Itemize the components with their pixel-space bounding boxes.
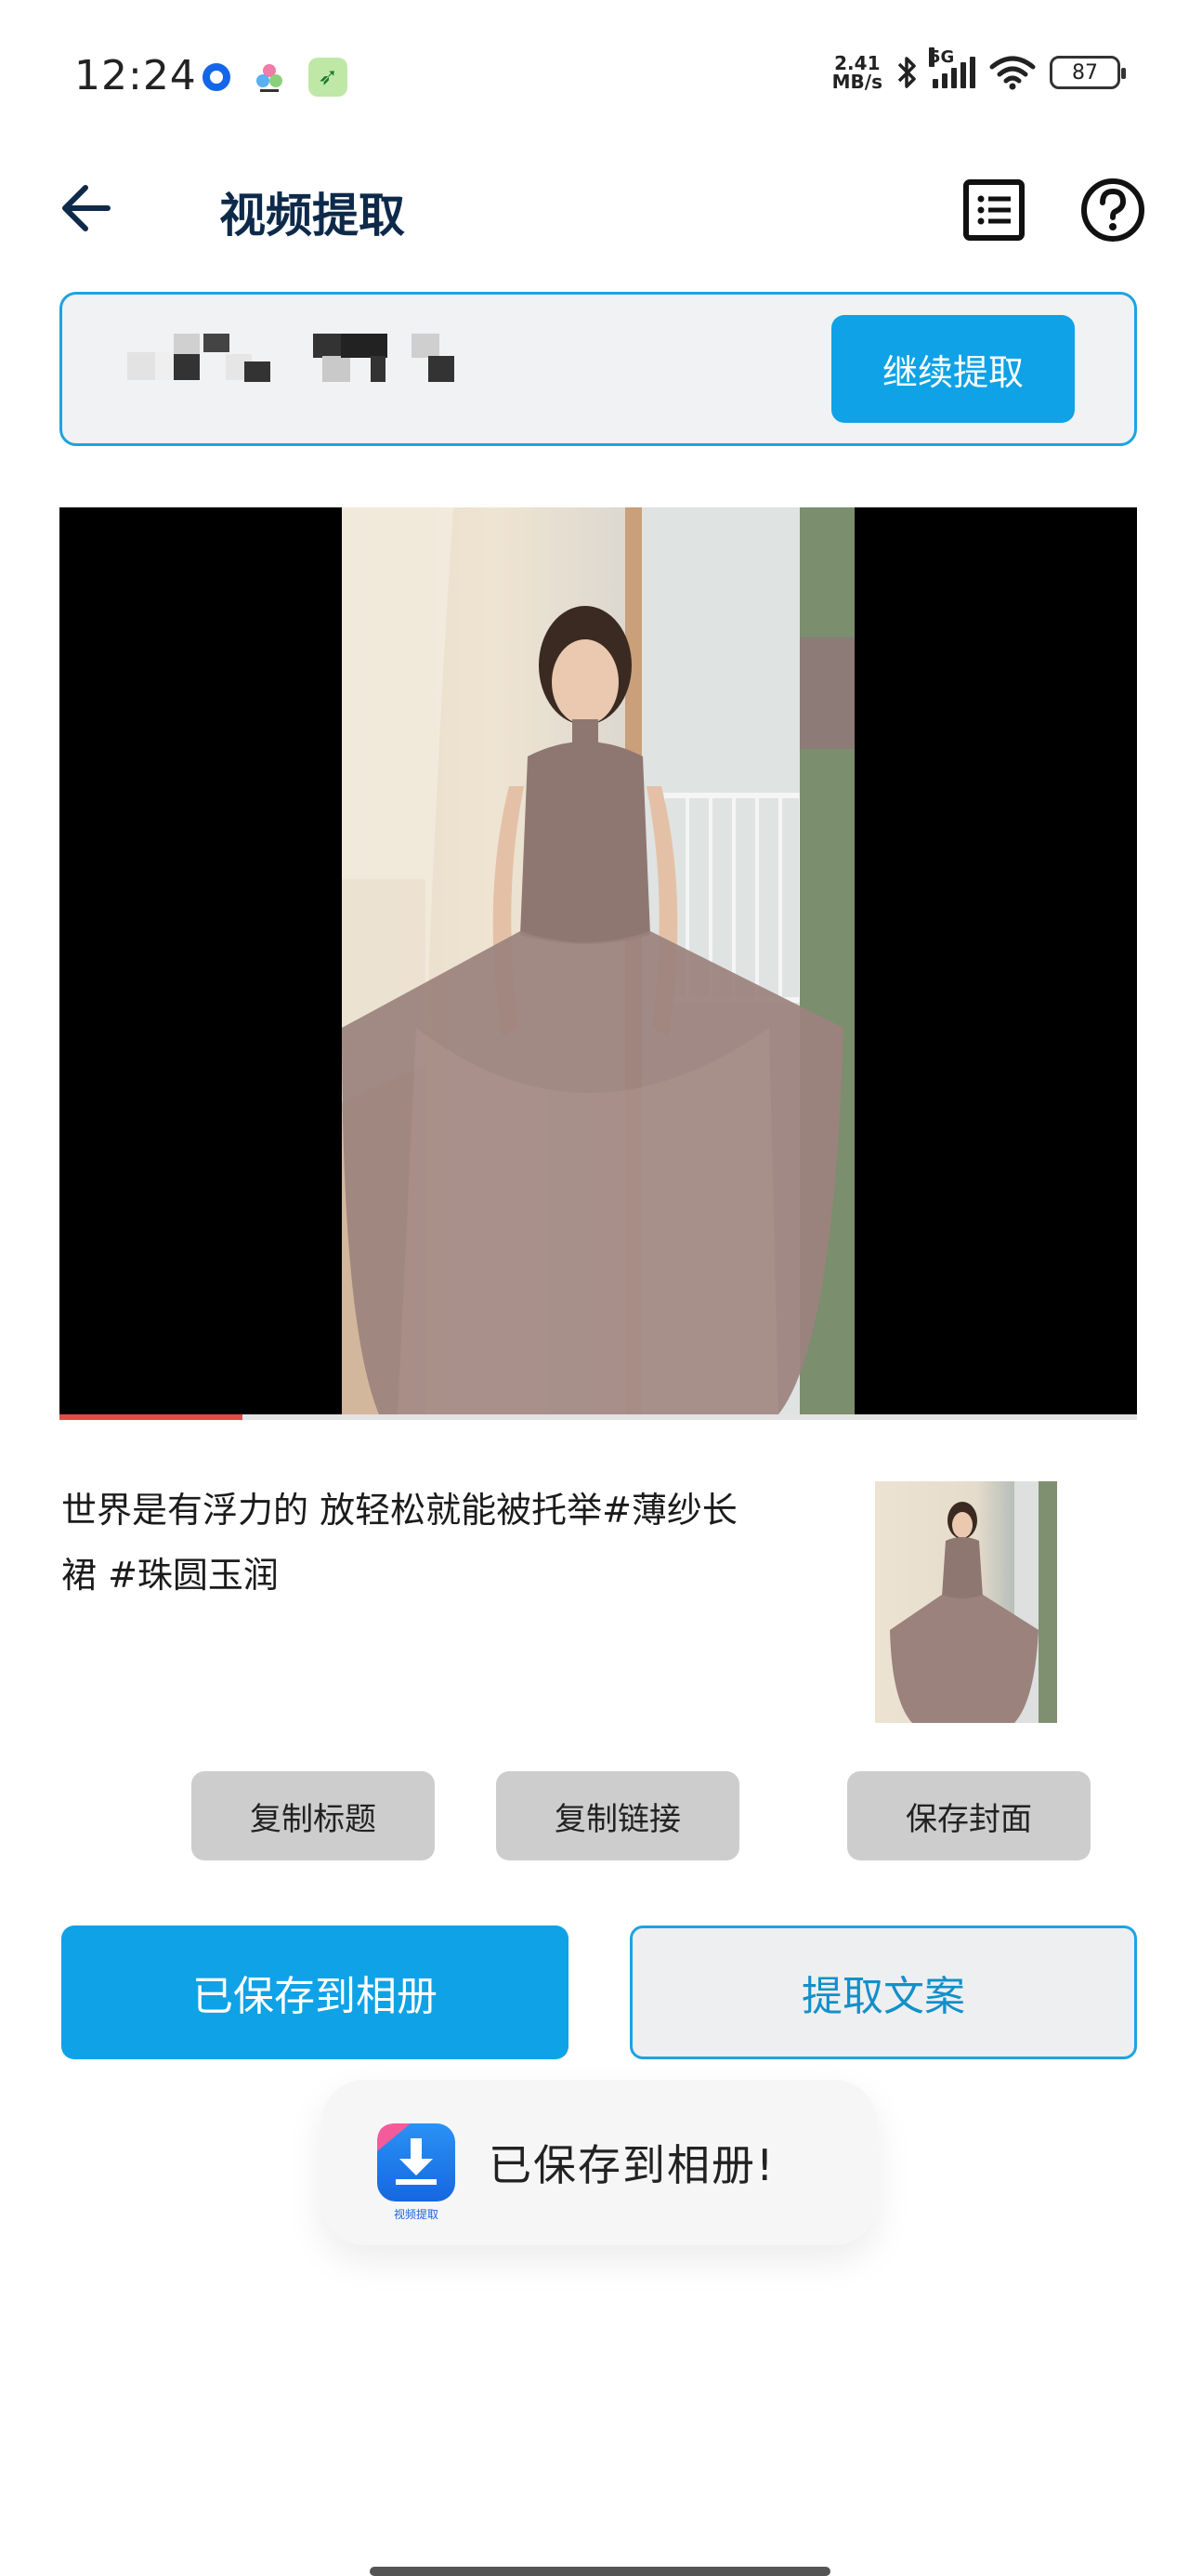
save-to-album-button[interactable]: 已保存到相册	[61, 1925, 568, 2059]
toast-message: 已保存到相册!	[489, 2140, 776, 2190]
cover-thumbnail-image	[890, 1481, 1057, 1723]
app-header: 视频提取	[0, 158, 1189, 260]
video-progress-fill	[59, 1414, 243, 1420]
app-logo-icon: 视频提取	[377, 2123, 455, 2221]
notification-app-icon	[203, 63, 230, 91]
copy-title-button[interactable]: 复制标题	[191, 1771, 435, 1860]
help-button[interactable]	[1079, 177, 1146, 243]
video-player[interactable]	[59, 507, 1137, 1414]
battery-icon: 87	[1050, 56, 1126, 89]
toast-notification: 视频提取 已保存到相册!	[321, 2080, 877, 2245]
save-cover-button[interactable]: 保存封面	[847, 1771, 1091, 1860]
notification-app-icon	[251, 59, 288, 96]
status-bar: 12:24 ➶ 2.41 MB/s 5G 87	[0, 0, 1189, 139]
status-indicators: 2.41 MB/s 5G 87	[831, 47, 1126, 93]
redacted-link-text	[127, 334, 777, 399]
video-frame	[342, 507, 855, 1414]
cover-thumbnail	[875, 1481, 1057, 1723]
notification-icons: ➶	[203, 58, 347, 97]
list-icon	[963, 179, 1025, 241]
continue-extract-button[interactable]: 继续提取	[831, 315, 1075, 423]
link-input-box[interactable]: 继续提取	[59, 292, 1137, 446]
copy-link-button[interactable]: 复制链接	[496, 1771, 739, 1860]
home-indicator[interactable]	[370, 2567, 830, 2576]
download-icon	[377, 2123, 437, 2185]
video-description: 世界是有浮力的 放轻松就能被托举#薄纱长裙 #珠圆玉润	[61, 1490, 738, 1596]
extract-copy-button[interactable]: 提取文案	[630, 1925, 1137, 2059]
wifi-icon	[989, 56, 1036, 90]
cellular-signal-icon: 5G	[929, 47, 975, 88]
app-logo-label: 视频提取	[393, 2208, 438, 2221]
notification-app-icon: ➶	[308, 58, 347, 97]
back-button[interactable]	[56, 178, 115, 238]
video-progress-bar[interactable]	[59, 1414, 1137, 1420]
arrow-left-icon	[62, 185, 111, 231]
video-scene-image	[342, 507, 855, 1414]
bluetooth-icon	[897, 57, 916, 88]
network-speed: 2.41 MB/s	[831, 52, 882, 93]
history-list-button[interactable]	[962, 178, 1026, 242]
status-time: 12:24	[74, 52, 197, 99]
question-circle-icon	[1081, 178, 1144, 242]
page-title: 视频提取	[219, 189, 405, 243]
